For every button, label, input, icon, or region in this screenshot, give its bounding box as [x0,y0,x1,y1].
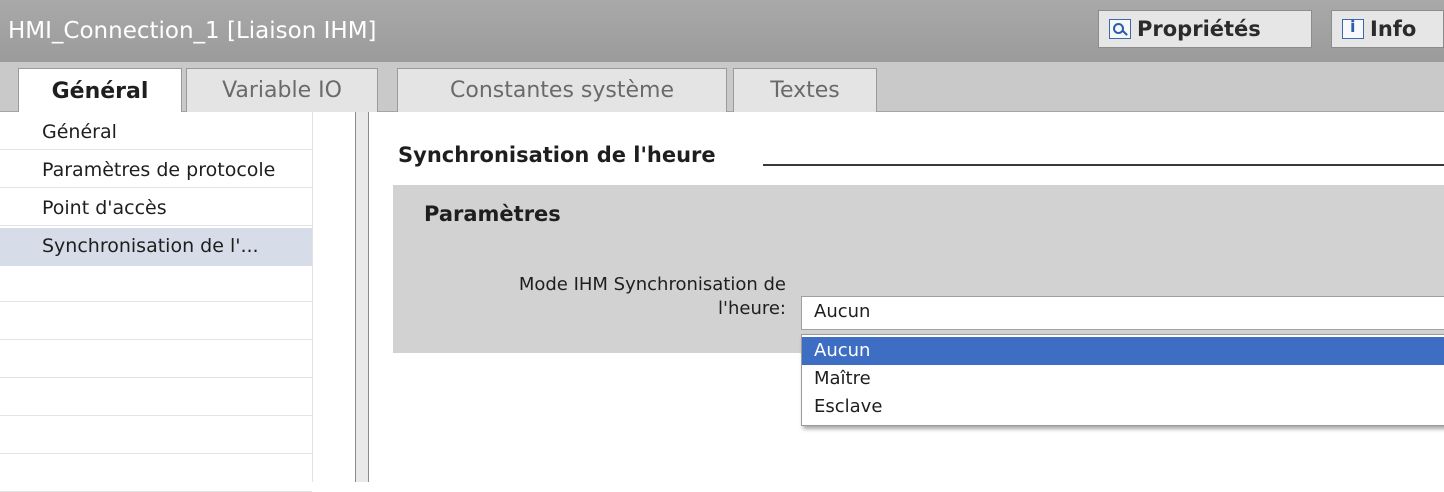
hmi-sync-mode-select[interactable]: Aucun [801,296,1444,330]
hmi-sync-mode-label-line1: Mode IHM Synchronisation de [518,274,786,295]
tab-strip: Général Variable IO Constantes système T… [0,62,1444,113]
info-icon [1342,17,1364,39]
tab-general[interactable]: Général [18,68,182,113]
nav-row-divider [0,416,312,454]
tab-system-constants[interactable]: Constantes système [397,68,727,112]
select-current-value: Aucun [814,301,871,322]
tab-texts-label: Textes [770,78,840,103]
properties-icon [1109,19,1131,39]
nav-row-divider [0,302,312,340]
tab-info-label: Info [1370,17,1417,41]
tab-texts[interactable]: Textes [733,68,877,112]
tab-general-label: Général [51,78,149,104]
tab-properties[interactable]: Propriétés [1098,10,1312,48]
parameters-title: Paramètres [424,202,561,226]
nav-divider [312,112,313,482]
option-maitre[interactable]: Maître [802,365,1444,393]
option-esclave[interactable]: Esclave [802,393,1444,421]
nav-item-access-point[interactable]: Point d'accès [0,190,312,228]
hmi-sync-mode-dropdown: Aucun Maître Esclave [801,334,1444,426]
tab-system-constants-label: Constantes système [450,78,674,103]
nav-row-divider [0,264,312,302]
left-navigation: Général Paramètres de protocole Point d'… [0,112,355,492]
nav-row-divider [0,378,312,416]
nav-row-divider [0,340,312,378]
panel-splitter[interactable] [355,112,369,482]
window-title: HMI_Connection_1 [Liaison IHM] [8,18,377,44]
hmi-sync-mode-label-line2: l'heure: [718,298,786,319]
tab-properties-label: Propriétés [1137,17,1261,41]
nav-item-general[interactable]: Général [0,114,312,152]
tab-info[interactable]: Info [1331,10,1444,48]
tab-variable-io[interactable]: Variable IO [186,68,378,112]
option-aucun[interactable]: Aucun [802,337,1444,365]
section-title: Synchronisation de l'heure [398,143,716,167]
nav-item-time-sync[interactable]: Synchronisation de l'... [0,228,312,266]
nav-row-divider [0,454,312,492]
hmi-sync-mode-label: Mode IHM Synchronisation de l'heure: [444,273,786,321]
title-bar: HMI_Connection_1 [Liaison IHM] Propriété… [0,0,1444,62]
section-title-rule [763,164,1444,166]
nav-item-protocol-parameters[interactable]: Paramètres de protocole [0,152,312,190]
tab-variable-io-label: Variable IO [222,78,342,103]
